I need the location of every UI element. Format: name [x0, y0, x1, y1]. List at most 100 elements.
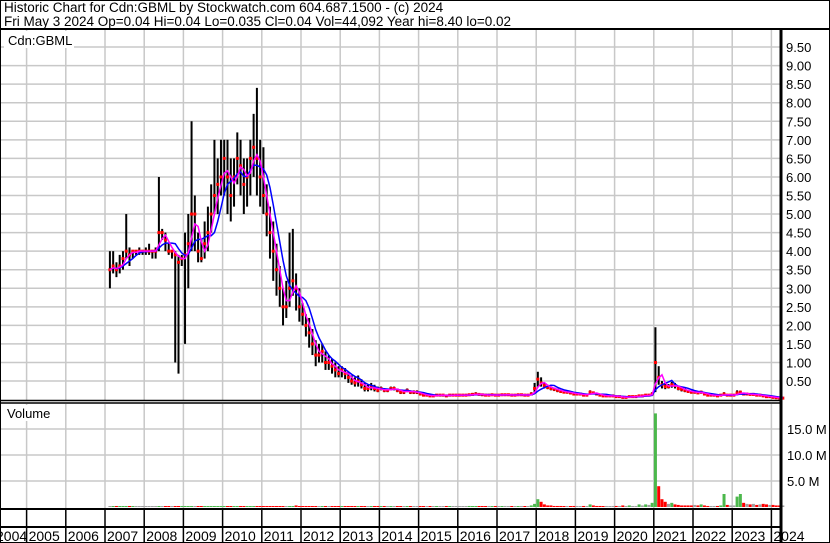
- volume-bar: [712, 505, 716, 507]
- volume-bar: [435, 506, 439, 507]
- close-marker: [268, 231, 272, 235]
- volume-bar: [454, 506, 458, 507]
- volume-bar: [644, 504, 648, 507]
- chart-header-title: Historic Chart for Cdn:GBML by Stockwatc…: [4, 0, 444, 15]
- close-marker: [346, 375, 350, 379]
- volume-bar: [572, 505, 576, 507]
- volume-bar: [245, 506, 249, 507]
- year-label: 2022: [695, 528, 726, 543]
- volume-bar: [493, 506, 497, 507]
- volume-bar: [742, 502, 746, 507]
- volume-bar: [399, 506, 403, 507]
- volume-bar: [774, 505, 778, 507]
- volume-bar: [180, 506, 184, 507]
- year-label: 2013: [342, 528, 373, 543]
- close-marker: [261, 193, 265, 197]
- volume-bar: [484, 506, 488, 507]
- year-label: 2012: [303, 528, 334, 543]
- volume-bar: [513, 506, 517, 507]
- close-marker: [248, 156, 252, 160]
- volume-tick-label: 10.0 M: [787, 448, 827, 463]
- volume-bar: [222, 506, 226, 507]
- close-marker: [307, 331, 311, 335]
- volume-bar: [124, 506, 128, 507]
- volume-bar: [137, 506, 141, 507]
- year-label: 2011: [264, 528, 294, 543]
- volume-bar: [157, 506, 161, 507]
- volume-bar: [627, 505, 631, 507]
- year-label: 2004: [0, 528, 27, 543]
- volume-bar: [350, 506, 354, 507]
- volume-bar: [327, 506, 331, 507]
- volume-bar: [575, 505, 579, 507]
- close-marker: [219, 175, 223, 179]
- volume-bar: [128, 506, 131, 507]
- volume-bar: [536, 499, 540, 507]
- volume-bar: [650, 502, 654, 507]
- volume-bar: [173, 506, 177, 507]
- volume-bar: [343, 506, 347, 507]
- volume-bar: [634, 505, 638, 507]
- volume-bar: [422, 506, 425, 507]
- close-marker: [314, 353, 318, 357]
- volume-bar: [392, 506, 396, 507]
- volume-bar: [471, 506, 474, 507]
- close-marker: [203, 242, 207, 246]
- volume-bar: [369, 506, 373, 507]
- price-tick-label: 0.50: [786, 374, 811, 389]
- volume-bar: [585, 506, 589, 507]
- volume-bar: [134, 506, 138, 507]
- volume-bar: [693, 504, 697, 507]
- volume-bar: [324, 506, 327, 507]
- volume-bar: [608, 506, 612, 507]
- volume-bar: [418, 506, 422, 507]
- volume-bar: [258, 506, 262, 507]
- volume-bar: [614, 505, 618, 507]
- volume-bar: [438, 506, 442, 507]
- volume-bar: [552, 505, 556, 507]
- volume-bar: [582, 505, 586, 507]
- volume-bar: [751, 503, 755, 507]
- volume-bar: [425, 506, 429, 507]
- close-marker: [353, 381, 357, 385]
- year-label: 2014: [381, 528, 412, 543]
- volume-bar: [141, 506, 145, 507]
- volume-bar: [219, 506, 223, 507]
- volume-bar: [657, 486, 661, 507]
- volume-bar: [565, 505, 569, 507]
- close-marker: [163, 238, 167, 242]
- year-label: 2020: [617, 528, 648, 543]
- close-marker: [157, 231, 161, 235]
- year-label: 2015: [421, 528, 452, 543]
- volume-bar: [248, 506, 252, 507]
- volume-bar: [353, 506, 357, 507]
- stock-chart: Historic Chart for Cdn:GBML by Stockwatc…: [0, 0, 830, 543]
- volume-bar: [235, 506, 239, 507]
- volume-bar: [569, 506, 572, 507]
- volume-bar: [487, 505, 491, 507]
- volume-bar: [337, 506, 341, 507]
- volume-bar: [725, 504, 729, 507]
- price-tick-label: 2.00: [786, 318, 811, 333]
- volume-bar: [748, 504, 752, 507]
- volume-bar: [118, 506, 122, 507]
- price-tick-label: 8.50: [786, 77, 811, 92]
- volume-bar: [275, 506, 278, 507]
- volume-bar: [167, 506, 171, 507]
- volume-bar: [591, 505, 595, 507]
- volume-bar: [549, 505, 553, 507]
- volume-bar: [154, 506, 158, 507]
- close-marker: [111, 264, 115, 268]
- year-label: 2009: [185, 528, 216, 543]
- close-marker: [333, 368, 337, 372]
- close-marker: [209, 212, 213, 216]
- close-marker: [663, 385, 667, 389]
- volume-bar: [395, 506, 399, 507]
- volume-bar: [670, 502, 674, 507]
- volume-bar: [206, 506, 210, 507]
- price-tick-label: 9.00: [786, 59, 811, 74]
- volume-bar: [673, 504, 677, 507]
- year-label: 2008: [146, 528, 177, 543]
- volume-bar: [601, 506, 605, 507]
- volume-bar: [203, 506, 207, 507]
